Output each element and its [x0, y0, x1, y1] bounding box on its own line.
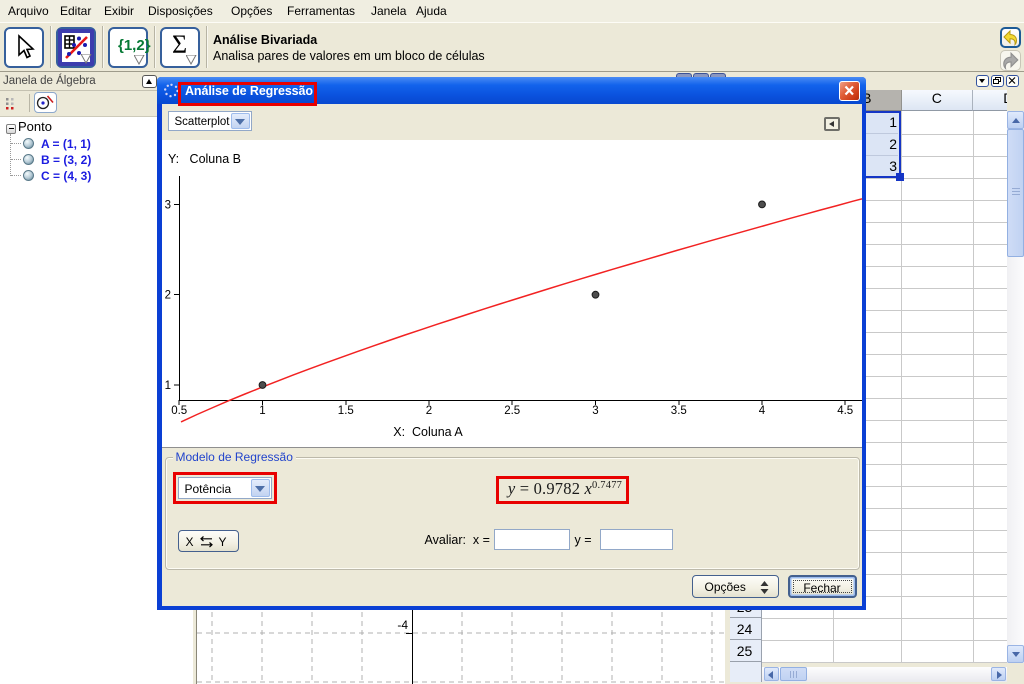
- svg-text:1: 1: [164, 380, 170, 392]
- svg-text:-4: -4: [397, 618, 408, 632]
- svg-text:4: 4: [758, 405, 765, 417]
- svg-text:2: 2: [164, 290, 170, 302]
- svg-text:X: Coluna A: X: Coluna A: [393, 425, 463, 439]
- svg-text:Y: Coluna B: Y: Coluna B: [168, 152, 241, 166]
- svg-text:1.5: 1.5: [337, 405, 353, 417]
- svg-text:0.5: 0.5: [171, 405, 187, 417]
- svg-text:3: 3: [164, 199, 170, 211]
- svg-text:3: 3: [592, 405, 598, 417]
- svg-text:2: 2: [425, 405, 431, 417]
- svg-text:2.5: 2.5: [504, 405, 520, 417]
- svg-text:3.5: 3.5: [670, 405, 686, 417]
- svg-text:1: 1: [259, 405, 265, 417]
- svg-text:4.5: 4.5: [837, 405, 853, 417]
